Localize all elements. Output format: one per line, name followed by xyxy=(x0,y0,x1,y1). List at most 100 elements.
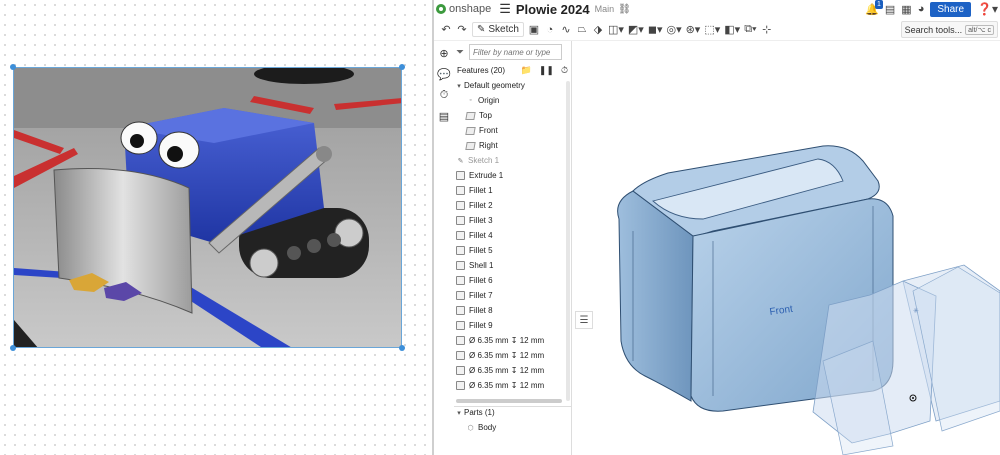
onshape-app: onshape ☰ Plowie 2024 Main ⛓ 🔔 1 ▤ ▦ ◕ Sh… xyxy=(434,0,1000,455)
feature-list-scrollbar[interactable] xyxy=(566,81,570,401)
tree-item-origin[interactable]: ◦ Origin xyxy=(454,93,571,108)
tree-item-front[interactable]: Front xyxy=(454,123,571,138)
variables-icon[interactable]: ⊕ xyxy=(439,47,448,60)
tree-item-fillet[interactable]: Fillet 6 xyxy=(454,273,571,288)
redo-icon[interactable]: ↷ xyxy=(456,23,468,36)
onshape-logo[interactable]: onshape xyxy=(436,3,491,15)
fillet-icon[interactable]: ◫▾ xyxy=(608,23,624,36)
boolean-icon[interactable]: ◎▾ xyxy=(666,23,681,36)
3d-viewport[interactable]: Front ✳ xyxy=(573,41,1000,455)
tree-item-shell[interactable]: Shell 1 xyxy=(454,258,571,273)
fillet-icon xyxy=(456,306,465,315)
tree-item-hole[interactable]: Ø 6.35 mm ↧ 12 mm xyxy=(454,378,571,393)
undo-icon[interactable]: ↶ xyxy=(440,23,452,36)
notification-badge: 1 xyxy=(874,0,883,9)
feature-list-panel: ⏷ Features (20) 📁 ❚❚ ⏱ ▾ Default geometr… xyxy=(454,41,572,455)
resize-handle-bl[interactable] xyxy=(10,345,16,351)
tree-item-fillet[interactable]: Fillet 8 xyxy=(454,303,571,318)
document-title[interactable]: Plowie 2024 xyxy=(516,2,590,17)
loft-icon[interactable]: ⏢ xyxy=(576,23,588,36)
fillet-icon xyxy=(456,231,465,240)
sweep-icon[interactable]: ∿ xyxy=(560,23,572,36)
tree-item-label: Fillet 9 xyxy=(469,321,493,330)
menu-icon[interactable]: ☰ xyxy=(499,1,511,17)
tree-item-label: Ø 6.35 mm ↧ 12 mm xyxy=(469,336,545,345)
left-icon-rail: ⊕ 💬 ⏱ ▤ xyxy=(434,41,454,455)
tree-item-hole[interactable]: Ø 6.35 mm ↧ 12 mm xyxy=(454,348,571,363)
features-count: Features (20) xyxy=(457,66,506,75)
tree-item-fillet[interactable]: Fillet 5 xyxy=(454,243,571,258)
fillet-icon xyxy=(456,201,465,210)
tree-item-fillet[interactable]: Fillet 2 xyxy=(454,198,571,213)
resize-handle-tr[interactable] xyxy=(399,64,405,70)
extrude-icon[interactable]: ▣ xyxy=(528,23,540,36)
sketch-button[interactable]: ✎ Sketch xyxy=(472,22,524,37)
tree-item-fillet[interactable]: Fillet 1 xyxy=(454,183,571,198)
shell-icon[interactable]: ◼▾ xyxy=(648,23,663,36)
tree-item-fillet[interactable]: Fillet 7 xyxy=(454,288,571,303)
tree-item-fillet[interactable]: Fillet 4 xyxy=(454,228,571,243)
parts-list-icon[interactable]: ▤ xyxy=(439,110,449,123)
thicken-icon[interactable]: ⬗ xyxy=(592,23,604,36)
tree-item-hole[interactable]: Ø 6.35 mm ↧ 12 mm xyxy=(454,363,571,378)
transform-icon[interactable]: ⬚▾ xyxy=(704,23,720,36)
document-icon[interactable]: ▤ xyxy=(885,3,895,16)
sketch-icon: ✎ xyxy=(457,157,464,165)
parts-header[interactable]: ▾ Parts (1) xyxy=(454,405,571,420)
more-tools-icon[interactable]: ⊹ xyxy=(761,23,773,36)
notifications-icon[interactable]: 🔔 1 xyxy=(865,0,883,16)
parts-header-label: Parts (1) xyxy=(464,408,495,417)
filter-row: ⏷ xyxy=(454,41,571,63)
parts-tree: ▾ Parts (1) ⬡ Body xyxy=(454,405,571,435)
comments-icon[interactable]: 💬 xyxy=(437,68,451,81)
tree-item-label: Fillet 5 xyxy=(469,246,493,255)
tree-item-fillet[interactable]: Fillet 9 xyxy=(454,318,571,333)
timer-icon[interactable]: ⏱ xyxy=(561,65,568,76)
share-button[interactable]: Share xyxy=(930,1,972,17)
feature-tree: ▾ Default geometry ◦ Origin Top Front Ri… xyxy=(454,78,571,393)
caret-down-icon[interactable]: ▾ xyxy=(454,409,464,417)
shell-icon xyxy=(456,261,465,270)
tree-item-extrude[interactable]: Extrude 1 xyxy=(454,168,571,183)
globe-icon[interactable]: ◕ xyxy=(918,3,925,15)
filter-input[interactable] xyxy=(469,44,562,60)
tree-item-label: Sketch 1 xyxy=(468,156,500,165)
revolve-icon[interactable]: ◔ xyxy=(544,24,556,36)
help-icon[interactable]: ❓▾ xyxy=(977,2,998,16)
mate-icon[interactable]: ⧉▾ xyxy=(744,23,756,36)
resize-handle-br[interactable] xyxy=(399,345,405,351)
filter-icon[interactable]: ⏷ xyxy=(456,47,464,58)
branch-label[interactable]: Main xyxy=(595,4,615,14)
hole-icon xyxy=(456,366,465,375)
robot-photo[interactable] xyxy=(13,67,402,348)
caret-down-icon[interactable]: ▾ xyxy=(454,82,464,90)
folder-icon[interactable]: 📁 xyxy=(521,65,532,76)
pattern-icon[interactable]: ⊛▾ xyxy=(686,23,701,36)
plane-icon[interactable]: ◧▾ xyxy=(724,23,740,36)
tree-item-sketch[interactable]: ✎ Sketch 1 xyxy=(454,153,571,168)
hole-icon xyxy=(456,381,465,390)
tree-item-top[interactable]: Top xyxy=(454,108,571,123)
tree-item-hole[interactable]: Ø 6.35 mm ↧ 12 mm xyxy=(454,333,571,348)
resize-handle-tl[interactable] xyxy=(10,64,16,70)
tree-item-right[interactable]: Right xyxy=(454,138,571,153)
tree-item-fillet[interactable]: Fillet 3 xyxy=(454,213,571,228)
tree-item-label: Fillet 1 xyxy=(469,186,493,195)
tree-item-label: Front xyxy=(479,126,498,135)
history-icon[interactable]: ⏱ xyxy=(440,89,449,102)
pause-icon[interactable]: ❚❚ xyxy=(539,65,554,76)
features-header: Features (20) 📁 ❚❚ ⏱ xyxy=(454,63,571,78)
svg-text:✳: ✳ xyxy=(913,307,919,315)
tree-item-label: Fillet 7 xyxy=(469,291,493,300)
tree-item-label: Ø 6.35 mm ↧ 12 mm xyxy=(469,351,545,360)
tree-item-label: Origin xyxy=(478,96,500,105)
link-icon[interactable]: ⛓ xyxy=(618,4,631,15)
apps-icon[interactable]: ▦ xyxy=(901,3,911,16)
fillet-icon xyxy=(456,321,465,330)
search-tools-button[interactable]: Search tools... alt/⌥ c xyxy=(900,21,998,38)
feature-list-hscrollbar[interactable] xyxy=(456,399,562,403)
default-geometry-row[interactable]: ▾ Default geometry xyxy=(454,78,571,93)
fillet-icon xyxy=(456,216,465,225)
chamfer-icon[interactable]: ◩▾ xyxy=(628,23,644,36)
part-item-body[interactable]: ⬡ Body xyxy=(454,420,571,435)
